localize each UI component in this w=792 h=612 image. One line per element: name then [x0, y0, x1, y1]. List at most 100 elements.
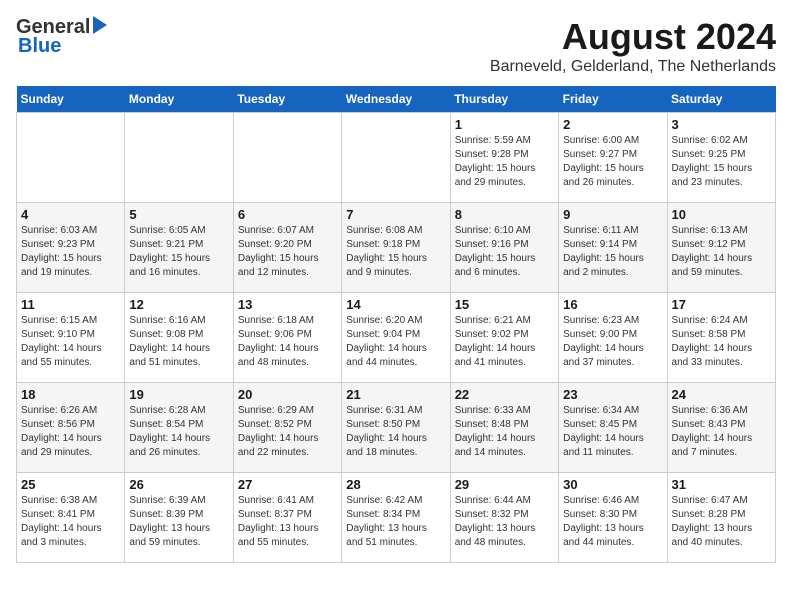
- calendar-cell: 28 Sunrise: 6:42 AM Sunset: 8:34 PM Dayli…: [342, 473, 450, 563]
- day-info: Sunrise: 6:23 AM Sunset: 9:00 PM Dayligh…: [563, 314, 662, 370]
- calendar-cell: 18 Sunrise: 6:26 AM Sunset: 8:56 PM Dayli…: [17, 383, 125, 473]
- day-info: Sunrise: 6:47 AM Sunset: 8:28 PM Dayligh…: [672, 494, 771, 550]
- day-info: Sunrise: 6:02 AM Sunset: 9:25 PM Dayligh…: [672, 134, 771, 190]
- day-number: 22: [455, 387, 554, 402]
- day-info: Sunrise: 6:44 AM Sunset: 8:32 PM Dayligh…: [455, 494, 554, 550]
- calendar-cell: 25Sunrise: 6:38 AM Sunset: 8:41 PM Dayli…: [17, 473, 125, 563]
- calendar-cell: 3 Sunrise: 6:02 AM Sunset: 9:25 PM Daylig…: [667, 113, 775, 203]
- day-info: Sunrise: 6:16 AM Sunset: 9:08 PM Dayligh…: [129, 314, 228, 370]
- weekday-header-tuesday: Tuesday: [233, 86, 341, 113]
- day-number: 12: [129, 297, 228, 312]
- calendar-cell: 1 Sunrise: 5:59 AM Sunset: 9:28 PM Daylig…: [450, 113, 558, 203]
- day-info: Sunrise: 6:05 AM Sunset: 9:21 PM Dayligh…: [129, 224, 228, 280]
- day-info: Sunrise: 6:34 AM Sunset: 8:45 PM Dayligh…: [563, 404, 662, 460]
- day-number: 18: [21, 387, 120, 402]
- day-number: 2: [563, 117, 662, 132]
- day-number: 3: [672, 117, 771, 132]
- day-info: Sunrise: 6:15 AM Sunset: 9:10 PM Dayligh…: [21, 314, 120, 370]
- week-row-5: 25Sunrise: 6:38 AM Sunset: 8:41 PM Dayli…: [17, 473, 776, 563]
- day-info: Sunrise: 6:39 AM Sunset: 8:39 PM Dayligh…: [129, 494, 228, 550]
- calendar-cell: 7Sunrise: 6:08 AM Sunset: 9:18 PM Daylig…: [342, 203, 450, 293]
- day-info: Sunrise: 6:21 AM Sunset: 9:02 PM Dayligh…: [455, 314, 554, 370]
- day-number: 25: [21, 477, 120, 492]
- weekday-header-thursday: Thursday: [450, 86, 558, 113]
- day-number: 23: [563, 387, 662, 402]
- calendar-table: SundayMondayTuesdayWednesdayThursdayFrid…: [16, 86, 776, 563]
- day-number: 31: [672, 477, 771, 492]
- calendar-cell: 23 Sunrise: 6:34 AM Sunset: 8:45 PM Dayli…: [559, 383, 667, 473]
- day-info: Sunrise: 6:07 AM Sunset: 9:20 PM Dayligh…: [238, 224, 337, 280]
- calendar-cell: 10Sunrise: 6:13 AM Sunset: 9:12 PM Dayli…: [667, 203, 775, 293]
- day-info: Sunrise: 6:26 AM Sunset: 8:56 PM Dayligh…: [21, 404, 120, 460]
- calendar-cell: 31 Sunrise: 6:47 AM Sunset: 8:28 PM Dayli…: [667, 473, 775, 563]
- week-row-1: 1 Sunrise: 5:59 AM Sunset: 9:28 PM Daylig…: [17, 113, 776, 203]
- calendar-cell: 14Sunrise: 6:20 AM Sunset: 9:04 PM Dayli…: [342, 293, 450, 383]
- calendar-cell: 9Sunrise: 6:11 AM Sunset: 9:14 PM Daylig…: [559, 203, 667, 293]
- calendar-cell: 27 Sunrise: 6:41 AM Sunset: 8:37 PM Dayli…: [233, 473, 341, 563]
- weekday-header-friday: Friday: [559, 86, 667, 113]
- day-info: Sunrise: 6:11 AM Sunset: 9:14 PM Dayligh…: [563, 224, 662, 280]
- calendar-cell: [233, 113, 341, 203]
- day-number: 10: [672, 207, 771, 222]
- calendar-cell: 16 Sunrise: 6:23 AM Sunset: 9:00 PM Dayli…: [559, 293, 667, 383]
- day-number: 14: [346, 297, 445, 312]
- calendar-cell: 5 Sunrise: 6:05 AM Sunset: 9:21 PM Daylig…: [125, 203, 233, 293]
- weekday-header-wednesday: Wednesday: [342, 86, 450, 113]
- page-title: August 2024: [490, 16, 776, 58]
- calendar-cell: 15Sunrise: 6:21 AM Sunset: 9:02 PM Dayli…: [450, 293, 558, 383]
- day-number: 17: [672, 297, 771, 312]
- day-info: Sunrise: 6:36 AM Sunset: 8:43 PM Dayligh…: [672, 404, 771, 460]
- weekday-header-monday: Monday: [125, 86, 233, 113]
- day-number: 26: [129, 477, 228, 492]
- calendar-cell: 2 Sunrise: 6:00 AM Sunset: 9:27 PM Daylig…: [559, 113, 667, 203]
- week-row-2: 4Sunrise: 6:03 AM Sunset: 9:23 PM Daylig…: [17, 203, 776, 293]
- day-info: Sunrise: 6:24 AM Sunset: 8:58 PM Dayligh…: [672, 314, 771, 370]
- day-number: 5: [129, 207, 228, 222]
- logo-blue: Blue: [18, 35, 61, 58]
- day-info: Sunrise: 6:29 AM Sunset: 8:52 PM Dayligh…: [238, 404, 337, 460]
- calendar-cell: [125, 113, 233, 203]
- day-number: 8: [455, 207, 554, 222]
- day-number: 19: [129, 387, 228, 402]
- title-area: August 2024 Barneveld, Gelderland, The N…: [490, 16, 776, 76]
- calendar-cell: [342, 113, 450, 203]
- weekday-header-sunday: Sunday: [17, 86, 125, 113]
- day-number: 27: [238, 477, 337, 492]
- day-info: Sunrise: 5:59 AM Sunset: 9:28 PM Dayligh…: [455, 134, 554, 190]
- day-number: 16: [563, 297, 662, 312]
- logo: General Blue: [16, 16, 107, 58]
- week-row-4: 18 Sunrise: 6:26 AM Sunset: 8:56 PM Dayli…: [17, 383, 776, 473]
- calendar-cell: 30 Sunrise: 6:46 AM Sunset: 8:30 PM Dayli…: [559, 473, 667, 563]
- calendar-cell: 11 Sunrise: 6:15 AM Sunset: 9:10 PM Dayli…: [17, 293, 125, 383]
- day-info: Sunrise: 6:03 AM Sunset: 9:23 PM Dayligh…: [21, 224, 120, 280]
- day-info: Sunrise: 6:00 AM Sunset: 9:27 PM Dayligh…: [563, 134, 662, 190]
- day-number: 24: [672, 387, 771, 402]
- day-info: Sunrise: 6:33 AM Sunset: 8:48 PM Dayligh…: [455, 404, 554, 460]
- day-info: Sunrise: 6:10 AM Sunset: 9:16 PM Dayligh…: [455, 224, 554, 280]
- day-number: 28: [346, 477, 445, 492]
- day-info: Sunrise: 6:41 AM Sunset: 8:37 PM Dayligh…: [238, 494, 337, 550]
- calendar-cell: 26 Sunrise: 6:39 AM Sunset: 8:39 PM Dayli…: [125, 473, 233, 563]
- calendar-cell: 21 Sunrise: 6:31 AM Sunset: 8:50 PM Dayli…: [342, 383, 450, 473]
- calendar-cell: 12 Sunrise: 6:16 AM Sunset: 9:08 PM Dayli…: [125, 293, 233, 383]
- header: General Blue August 2024 Barneveld, Geld…: [16, 16, 776, 76]
- day-number: 1: [455, 117, 554, 132]
- day-info: Sunrise: 6:46 AM Sunset: 8:30 PM Dayligh…: [563, 494, 662, 550]
- day-number: 11: [21, 297, 120, 312]
- week-row-3: 11 Sunrise: 6:15 AM Sunset: 9:10 PM Dayli…: [17, 293, 776, 383]
- logo-arrow-icon: [93, 16, 107, 39]
- calendar-cell: 6 Sunrise: 6:07 AM Sunset: 9:20 PM Daylig…: [233, 203, 341, 293]
- day-number: 21: [346, 387, 445, 402]
- calendar-cell: 29Sunrise: 6:44 AM Sunset: 8:32 PM Dayli…: [450, 473, 558, 563]
- calendar-cell: 4Sunrise: 6:03 AM Sunset: 9:23 PM Daylig…: [17, 203, 125, 293]
- calendar-cell: 22 Sunrise: 6:33 AM Sunset: 8:48 PM Dayli…: [450, 383, 558, 473]
- calendar-cell: 20Sunrise: 6:29 AM Sunset: 8:52 PM Dayli…: [233, 383, 341, 473]
- day-info: Sunrise: 6:31 AM Sunset: 8:50 PM Dayligh…: [346, 404, 445, 460]
- day-info: Sunrise: 6:28 AM Sunset: 8:54 PM Dayligh…: [129, 404, 228, 460]
- day-info: Sunrise: 6:18 AM Sunset: 9:06 PM Dayligh…: [238, 314, 337, 370]
- day-info: Sunrise: 6:42 AM Sunset: 8:34 PM Dayligh…: [346, 494, 445, 550]
- day-number: 30: [563, 477, 662, 492]
- day-number: 6: [238, 207, 337, 222]
- calendar-cell: 17 Sunrise: 6:24 AM Sunset: 8:58 PM Dayli…: [667, 293, 775, 383]
- day-info: Sunrise: 6:08 AM Sunset: 9:18 PM Dayligh…: [346, 224, 445, 280]
